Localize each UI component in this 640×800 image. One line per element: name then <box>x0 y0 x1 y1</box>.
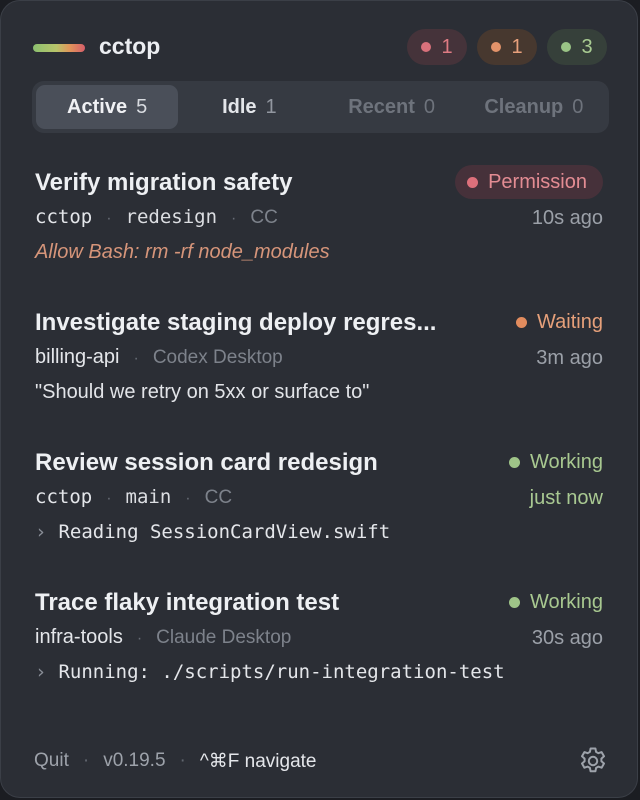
separator: · <box>106 490 112 507</box>
session-detail: "Should we retry on 5xx or surface to" <box>35 381 370 403</box>
session-detail: › Running: ./scripts/run-integration-test <box>35 661 505 683</box>
gear-icon[interactable] <box>577 745 609 777</box>
session-meta: billing-api · Codex Desktop <box>35 346 283 369</box>
branch-name: redesign <box>125 206 218 228</box>
status-badges: 1 1 3 <box>407 29 607 65</box>
cctop-panel: cctop 1 1 3 Active 5 Idle 1 Recent 0 Cle… <box>0 0 638 798</box>
session-detail-text: Running: ./scripts/run-integration-test <box>58 661 505 683</box>
status-badge: Permission <box>455 165 603 199</box>
tab-idle[interactable]: Idle 1 <box>178 85 320 129</box>
tab-count: 0 <box>572 95 584 118</box>
working-count: 3 <box>581 35 593 58</box>
session-time: 3m ago <box>536 347 603 369</box>
permission-count-badge: 1 <box>407 29 467 65</box>
red-dot-icon <box>421 42 432 52</box>
session-card[interactable]: Trace flaky integration test Working inf… <box>35 585 603 705</box>
status-badge: Waiting <box>516 305 603 339</box>
status-dot-icon <box>509 596 520 608</box>
project-name: infra-tools <box>35 626 123 648</box>
tab-count: 1 <box>265 95 277 118</box>
session-detail-text: Reading SessionCardView.swift <box>58 521 391 543</box>
session-meta: cctop · redesign · CC <box>35 206 278 229</box>
waiting-count-badge: 1 <box>477 29 537 65</box>
tab-cleanup[interactable]: Cleanup 0 <box>463 85 605 129</box>
header: cctop 1 1 3 <box>33 29 607 65</box>
waiting-count: 1 <box>511 35 523 58</box>
session-title: Review session card redesign <box>35 449 378 476</box>
version-label: v0.19.5 <box>103 750 166 771</box>
working-count-badge: 3 <box>547 29 607 65</box>
permission-count: 1 <box>441 35 453 58</box>
session-source: CC <box>204 487 233 508</box>
separator: · <box>185 490 191 507</box>
tab-recent[interactable]: Recent 0 <box>321 85 463 129</box>
status-label: Working <box>530 590 603 613</box>
tab-label: Recent <box>348 95 415 118</box>
status-dot-icon <box>467 176 479 188</box>
tab-label: Idle <box>222 95 257 118</box>
separator: · <box>231 210 237 227</box>
orange-dot-icon <box>491 42 502 52</box>
chevron-right-icon: › <box>35 661 47 683</box>
session-source: Codex Desktop <box>152 347 283 368</box>
separator: · <box>179 750 186 771</box>
branch-name: main <box>125 486 172 508</box>
tab-count: 5 <box>136 95 148 118</box>
quit-button[interactable]: Quit <box>34 750 69 772</box>
session-detail: Allow Bash: rm -rf node_modules <box>35 241 330 263</box>
separator: · <box>82 750 90 771</box>
separator: · <box>136 630 143 647</box>
tab-label: Active <box>67 95 128 118</box>
green-dot-icon <box>561 42 572 52</box>
session-card[interactable]: Review session card redesign Working cct… <box>35 445 603 565</box>
session-detail: › Reading SessionCardView.swift <box>35 521 390 543</box>
session-meta: cctop · main · CC <box>35 486 232 509</box>
session-meta: infra-tools · Claude Desktop <box>35 626 291 649</box>
separator: · <box>133 350 139 367</box>
status-badge: Working <box>509 445 603 479</box>
tab-label: Cleanup <box>484 95 564 118</box>
shortcut-hint: ^⌘F navigate <box>199 750 317 772</box>
app-title: cctop <box>99 33 161 59</box>
status-dot-icon <box>516 316 528 328</box>
project-name: cctop <box>35 206 93 228</box>
session-title: Verify migration safety <box>35 169 293 196</box>
chevron-right-icon: › <box>35 521 47 543</box>
session-time: just now <box>529 487 603 509</box>
session-card[interactable]: Investigate staging deploy regres... Wai… <box>35 305 603 425</box>
separator: · <box>106 210 112 227</box>
session-source: CC <box>250 207 278 228</box>
logo-bar <box>33 44 85 52</box>
tab-active[interactable]: Active 5 <box>36 85 179 129</box>
status-label: Working <box>530 450 603 473</box>
session-time: 30s ago <box>531 627 603 649</box>
status-badge: Working <box>509 585 603 619</box>
footer: Quit · v0.19.5 · ^⌘F navigate <box>34 745 609 777</box>
project-name: billing-api <box>35 346 120 368</box>
project-name: cctop <box>35 486 93 508</box>
session-card[interactable]: Verify migration safety Permission cctop… <box>35 165 603 285</box>
tab-count: 0 <box>423 95 436 118</box>
tab-bar: Active 5 Idle 1 Recent 0 Cleanup 0 <box>32 81 609 133</box>
status-dot-icon <box>509 456 520 468</box>
session-time: 10s ago <box>531 207 603 229</box>
status-label: Permission <box>488 170 587 193</box>
session-source: Claude Desktop <box>156 627 292 648</box>
session-title: Investigate staging deploy regres... <box>35 309 437 336</box>
status-label: Waiting <box>537 310 603 333</box>
session-title: Trace flaky integration test <box>35 589 340 616</box>
